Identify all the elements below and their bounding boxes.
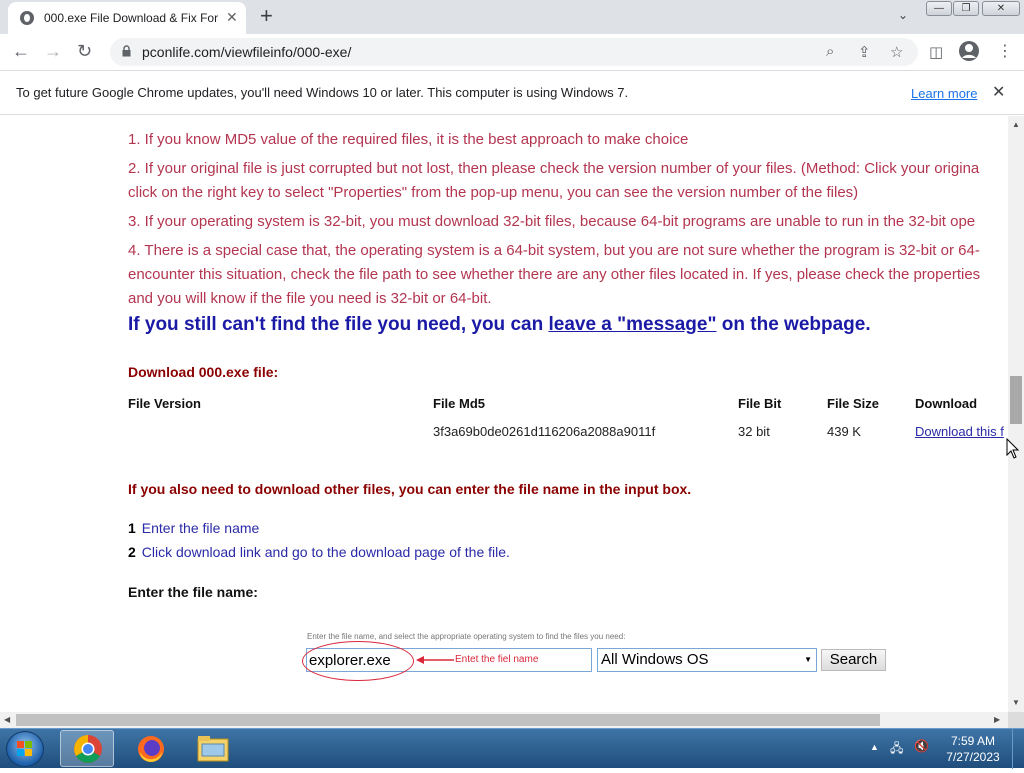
message-headline: If you still can't find the file you nee…: [128, 314, 871, 336]
scroll-left-icon[interactable]: ◀: [4, 715, 10, 724]
minimize-button[interactable]: —: [926, 1, 952, 16]
browser-tab[interactable]: 000.exe File Download & Fix For ✕: [8, 2, 246, 34]
tip-4-line-1: 4. There is a special case that, the ope…: [128, 242, 980, 259]
show-hidden-icons-icon[interactable]: ▲: [870, 742, 879, 752]
menu-kebab-icon[interactable]: ⋮: [997, 41, 1013, 61]
scroll-right-icon[interactable]: ▶: [994, 715, 1000, 724]
mouse-cursor-icon: [1006, 438, 1020, 459]
clock-time: 7:59 AM: [950, 734, 996, 748]
windows-logo-icon: [17, 741, 32, 756]
globe-icon: [20, 11, 34, 25]
tip-3: 3. If your operating system is 32-bit, y…: [128, 213, 976, 230]
share-icon[interactable]: ⇪: [858, 43, 871, 61]
headline-text-post: on the webpage.: [716, 314, 871, 335]
volume-muted-icon[interactable]: 🔇: [914, 739, 929, 753]
tab-search-chevron-icon[interactable]: ⌄: [898, 8, 908, 22]
tip-4-line-3: and you will know if the file you need i…: [128, 290, 492, 307]
horizontal-scroll-thumb[interactable]: [16, 714, 880, 726]
other-files-text: If you also need to download other files…: [128, 481, 692, 497]
step-label: Click download link and go to the downlo…: [141, 544, 510, 560]
tip-2-line-1: 2. If your original file is just corrupt…: [128, 160, 980, 177]
step-label: Enter the file name: [141, 520, 260, 536]
horizontal-scrollbar[interactable]: ◀ ▶: [0, 712, 1008, 728]
lock-icon: [122, 45, 131, 57]
os-select[interactable]: All Windows OS ▼: [597, 648, 817, 672]
tip-2-line-2: click on the right key to select "Proper…: [128, 184, 859, 201]
learn-more-link[interactable]: Learn more: [911, 86, 977, 101]
os-select-value: All Windows OS: [601, 651, 709, 668]
update-infobar: To get future Google Chrome updates, you…: [0, 71, 1024, 115]
infobar-close-icon[interactable]: ✕: [992, 82, 1005, 102]
headline-text-pre: If you still can't find the file you nee…: [128, 314, 549, 335]
tip-4-line-2: encounter this situation, check the file…: [128, 266, 981, 283]
tip-1: 1. If you know MD5 value of the required…: [128, 131, 689, 148]
browser-toolbar: ← → ↻ pconlife.com/viewfileinfo/000-exe/…: [0, 34, 1024, 71]
network-icon[interactable]: 🖧: [890, 739, 903, 760]
clock-date: 7/27/2023: [946, 750, 1000, 764]
tab-title: 000.exe File Download & Fix For: [44, 11, 219, 25]
back-arrow-icon[interactable]: ←: [12, 41, 30, 62]
new-tab-icon[interactable]: +: [260, 3, 273, 29]
scroll-up-icon[interactable]: ▲: [1012, 120, 1020, 129]
bookmark-star-icon[interactable]: ☆: [890, 43, 903, 61]
folder-icon: [197, 736, 229, 762]
download-link[interactable]: Download this f: [915, 424, 1004, 439]
search-button[interactable]: Search: [821, 649, 886, 671]
search-hint: Enter the file name, and select the appr…: [307, 632, 626, 641]
window-controls: — ❐ ✕: [926, 1, 1020, 17]
annotation-arrow-icon: [416, 656, 454, 664]
close-window-button[interactable]: ✕: [982, 1, 1020, 16]
restore-button[interactable]: ❐: [953, 1, 979, 16]
cell-bit: 32 bit: [738, 424, 770, 439]
tab-strip: 000.exe File Download & Fix For ✕ + ⌄ — …: [0, 0, 1024, 34]
profile-avatar-icon[interactable]: [958, 40, 980, 67]
taskbar-firefox[interactable]: [124, 730, 178, 767]
search-icon[interactable]: ⌕: [826, 43, 834, 60]
leave-message-link[interactable]: leave a "message": [548, 314, 716, 335]
col-header-bit: File Bit: [738, 396, 782, 411]
step-1: 1 Enter the file name: [128, 520, 259, 536]
page-content: 1. If you know MD5 value of the required…: [0, 116, 1008, 712]
start-button[interactable]: [6, 731, 44, 767]
step-2: 2 Click download link and go to the downl…: [128, 544, 510, 560]
taskbar-file-explorer[interactable]: [186, 730, 240, 767]
taskbar-chrome[interactable]: [60, 730, 114, 767]
chevron-down-icon: ▼: [804, 655, 812, 664]
step-number: 1: [128, 520, 136, 536]
side-panel-icon[interactable]: ◫: [929, 43, 943, 61]
scroll-corner: [1008, 712, 1024, 728]
col-header-size: File Size: [827, 396, 880, 411]
col-header-md5: File Md5: [433, 396, 486, 411]
enter-file-name-label: Enter the file name:: [128, 584, 258, 600]
url-text: pconlife.com/viewfileinfo/000-exe/: [142, 44, 352, 60]
vertical-scrollbar[interactable]: ▲ ▼: [1008, 116, 1024, 712]
chrome-icon: [74, 735, 102, 763]
annotation-text: Entet the fiel name: [455, 654, 539, 665]
system-clock[interactable]: 7:59 AM 7/27/2023: [940, 733, 1006, 765]
scroll-down-icon[interactable]: ▼: [1012, 698, 1020, 707]
cell-size: 439 K: [827, 424, 861, 439]
col-header-version: File Version: [128, 396, 201, 411]
tab-close-icon[interactable]: ✕: [226, 9, 238, 26]
forward-arrow-icon[interactable]: →: [44, 41, 62, 62]
show-desktop-button[interactable]: [1012, 729, 1024, 769]
firefox-icon: [138, 736, 164, 762]
download-heading: Download 000.exe file:: [128, 364, 279, 380]
reload-icon[interactable]: ↻: [77, 41, 92, 62]
infobar-message: To get future Google Chrome updates, you…: [16, 85, 629, 100]
vertical-scroll-thumb[interactable]: [1010, 376, 1022, 424]
taskbar: ▲ 🖧 🔇 7:59 AM 7/27/2023: [0, 728, 1024, 769]
address-bar[interactable]: pconlife.com/viewfileinfo/000-exe/ ⌕ ⇪ ☆: [110, 38, 918, 66]
cell-md5: 3f3a69b0de0261d116206a2088a9011f: [433, 424, 656, 439]
col-header-download: Download: [915, 396, 978, 411]
step-number: 2: [128, 544, 136, 560]
